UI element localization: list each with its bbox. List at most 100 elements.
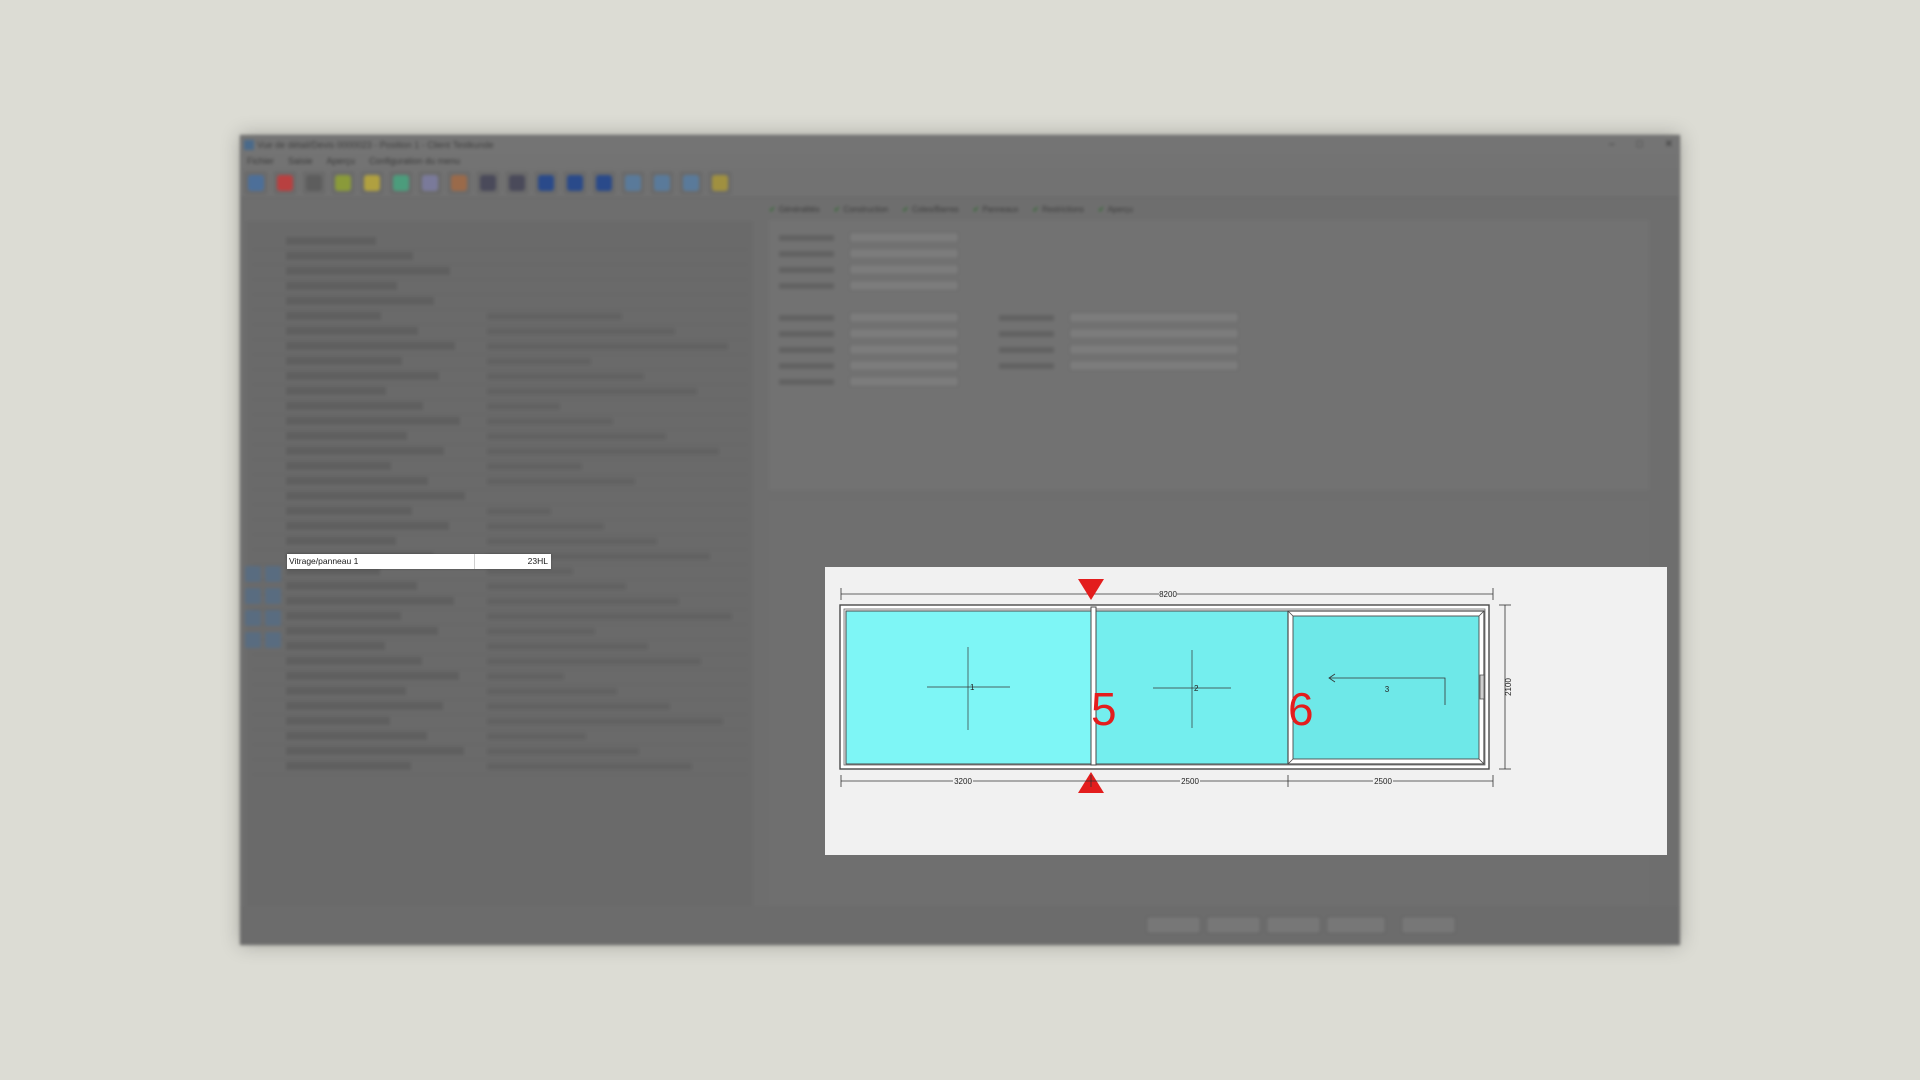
tab-cotes-barres[interactable]: Cotes/Barres [902,202,959,218]
form-field[interactable] [849,248,959,259]
tree-row[interactable] [252,730,748,745]
tree-row[interactable] [252,400,748,415]
tree-row[interactable] [252,370,748,385]
form-field[interactable] [849,264,959,275]
tree-row[interactable] [252,745,748,760]
glazing-panel-1-value[interactable]: 23HL [475,554,551,569]
toolbar-button-5[interactable] [360,170,384,195]
tree-row[interactable] [252,250,748,265]
drawing-tool-icon[interactable] [265,632,281,648]
form-field[interactable] [849,328,959,339]
tree-row[interactable] [252,265,748,280]
tree-row[interactable] [252,460,748,475]
tree-row[interactable] [252,355,748,370]
tree-row[interactable] [252,475,748,490]
minimize-button[interactable]: – [1609,136,1615,154]
menu-apercu[interactable]: Aperçu [327,154,356,168]
toolbar-button-9[interactable] [476,170,500,195]
menu-configuration[interactable]: Configuration du menu [369,154,460,168]
tree-row[interactable] [252,700,748,715]
drawing-tool-icon[interactable] [265,566,281,582]
marker-number-5: 5 [1091,683,1117,735]
tree-row[interactable] [252,640,748,655]
tree-row-label [286,657,422,665]
toolbar-button-6[interactable] [389,170,413,195]
menu-saisie[interactable]: Saisie [288,154,313,168]
tree-row-value [487,568,573,575]
tab-apercu[interactable]: Aperçu [1098,202,1133,218]
tree-row[interactable] [252,685,748,700]
drawing-tool-icon[interactable] [245,566,261,582]
tree-row[interactable] [252,340,748,355]
tree-row[interactable] [252,535,748,550]
tree-row[interactable] [252,610,748,625]
toolbar-button-3[interactable] [302,170,326,195]
drawing-tool-icon[interactable] [245,588,261,604]
toolbar-button-11[interactable] [534,170,558,195]
drawing-tool-icon[interactable] [265,588,281,604]
form-field[interactable] [849,232,959,243]
maximize-button[interactable]: □ [1637,136,1643,154]
drawing-tool-icon[interactable] [245,632,261,648]
toolbar-button-1[interactable] [244,170,268,195]
form-field[interactable] [849,312,959,323]
toolbar-button-12[interactable] [563,170,587,195]
form-field[interactable] [849,376,959,387]
toolbar-button-7[interactable] [418,170,442,195]
close-button[interactable]: ✕ [1665,136,1673,154]
toolbar-button-8[interactable] [447,170,471,195]
tree-row[interactable] [252,295,748,310]
tree-row[interactable] [252,280,748,295]
tree-row[interactable] [252,310,748,325]
tree-row[interactable] [252,385,748,400]
elevation-svg: 8200 2100 1 2 3 5 6 3200 2500 2500 [839,579,1513,793]
form-field[interactable] [849,360,959,371]
glazing-panel-1-row[interactable]: Vitrage/panneau 1 23HL [287,554,551,569]
tree-row[interactable] [252,670,748,685]
tree-row[interactable] [252,715,748,730]
toolbar-button-17[interactable] [708,170,732,195]
tab-panneaux[interactable]: Panneaux [973,202,1018,218]
sash-handle [1479,674,1485,700]
tab-restrictions[interactable]: Restrictions [1032,202,1084,218]
toolbar-button-16[interactable] [679,170,703,195]
form-field[interactable] [1069,328,1239,339]
tree-row[interactable] [252,490,748,505]
all-closed-button[interactable] [1146,916,1201,934]
form-field[interactable] [1069,344,1239,355]
toolbar-button-4[interactable] [331,170,355,195]
tree-row[interactable] [252,520,748,535]
tree-row[interactable] [252,655,748,670]
tree-row-value [487,688,617,695]
menu-fichier[interactable]: Fichier [247,154,274,168]
tree-row[interactable] [252,505,748,520]
form-field[interactable] [1069,360,1239,371]
tree-row[interactable] [252,580,748,595]
toolbar-button-10[interactable] [505,170,529,195]
form-field[interactable] [1069,312,1239,323]
tree-row[interactable] [252,415,748,430]
toolbar-button-15[interactable] [650,170,674,195]
form-field[interactable] [849,344,959,355]
next-button[interactable] [1326,916,1386,934]
tree-row[interactable] [252,445,748,460]
drawing-tool-icon[interactable] [245,610,261,626]
toolbar-icon-5 [364,174,380,191]
drawing-tool-icon[interactable] [265,610,281,626]
tree-row[interactable] [252,325,748,340]
tab-construction[interactable]: Construction [834,202,888,218]
form-field[interactable] [849,280,959,291]
back-button[interactable] [1206,916,1261,934]
pane-3-number: 3 [1385,685,1390,694]
tree-row[interactable] [252,625,748,640]
tree-row[interactable] [252,235,748,250]
finish-button[interactable] [1401,916,1456,934]
tree-row[interactable] [252,595,748,610]
toolbar-button-2[interactable] [273,170,297,195]
tree-row[interactable] [252,430,748,445]
toolbar-button-14[interactable] [621,170,645,195]
tab-generalites[interactable]: Généralités [769,202,820,218]
choose-button[interactable] [1266,916,1321,934]
tree-row[interactable] [252,760,748,775]
toolbar-button-13[interactable] [592,170,616,195]
